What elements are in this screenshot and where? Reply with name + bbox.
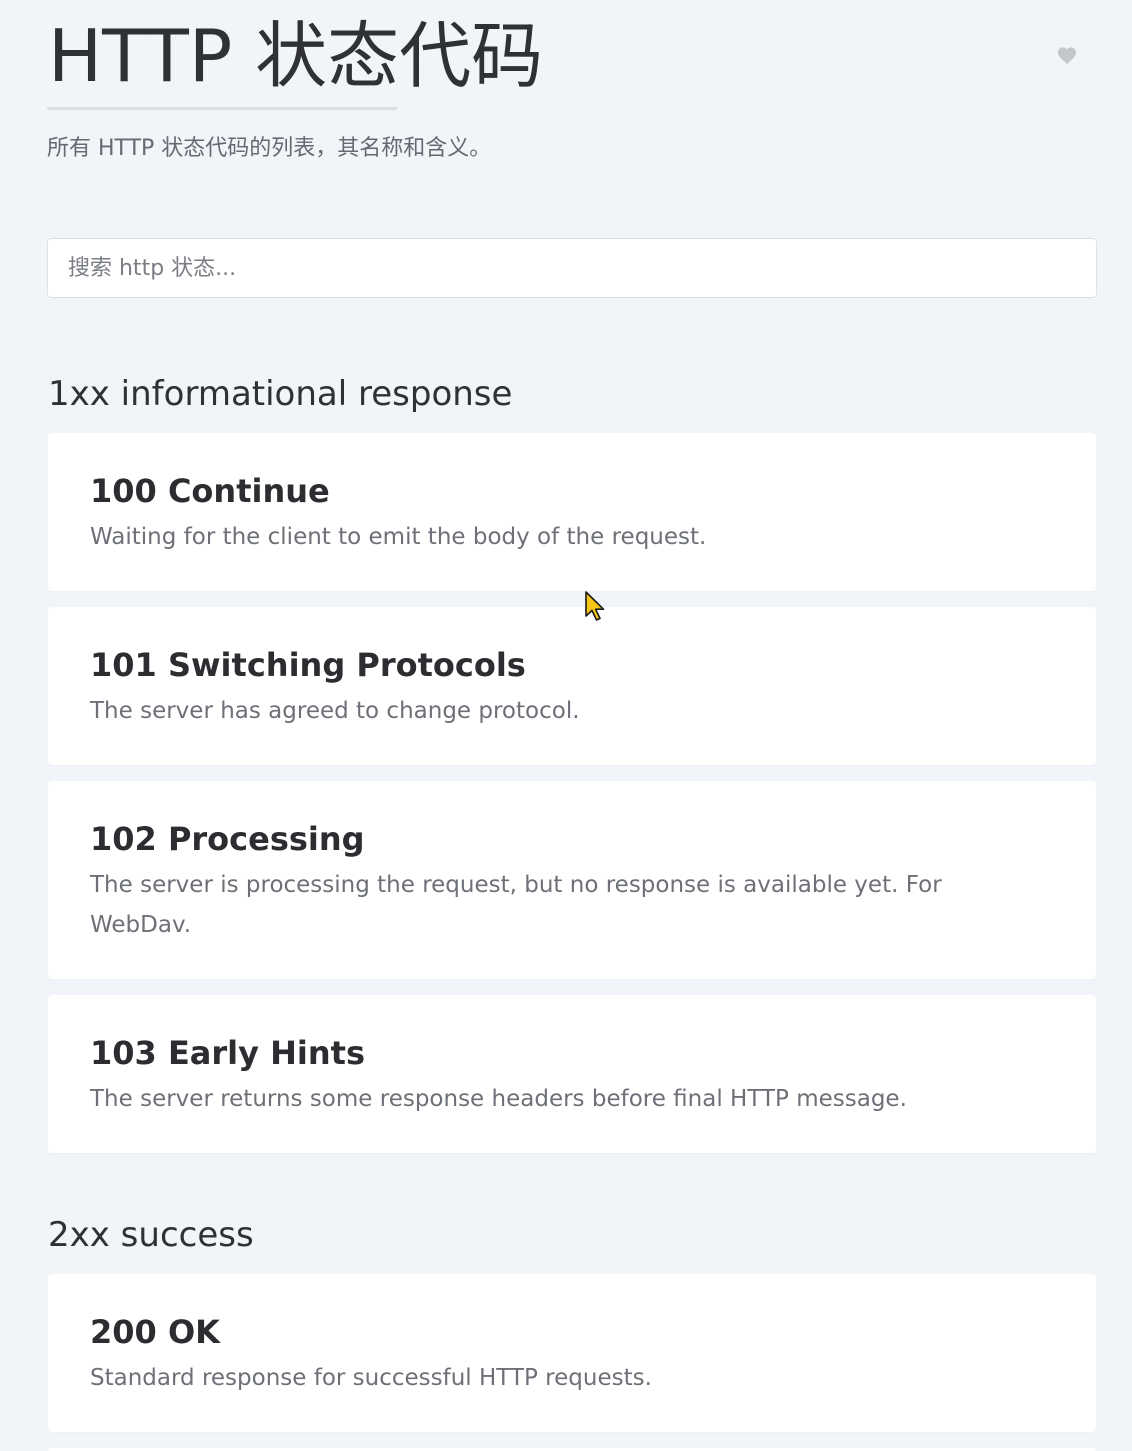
status-description: The server is processing the request, bu… [90, 872, 942, 938]
status-card-100[interactable]: 100 Continue Waiting for the client to e… [48, 433, 1096, 591]
header: HTTP 状态代码 [48, 12, 543, 100]
search-input[interactable] [47, 238, 1097, 298]
heart-icon [1057, 47, 1077, 65]
status-title: 103 Early Hints [90, 1034, 366, 1072]
mouse-cursor-icon [585, 591, 605, 621]
status-description: Waiting for the client to emit the body … [90, 524, 707, 550]
status-title: 102 Processing [90, 820, 365, 858]
status-description: The server has agreed to change protocol… [90, 698, 580, 724]
status-card-103[interactable]: 103 Early Hints The server returns some … [48, 995, 1096, 1153]
status-card-101[interactable]: 101 Switching Protocols The server has a… [48, 607, 1096, 765]
status-title: 100 Continue [90, 472, 330, 510]
status-title: 200 OK [90, 1313, 220, 1351]
section-heading-2xx: 2xx success [48, 1215, 254, 1255]
favorite-button[interactable] [1052, 40, 1082, 70]
status-card-200[interactable]: 200 OK Standard response for successful … [48, 1274, 1096, 1432]
title-underline [47, 107, 397, 110]
page-title: HTTP 状态代码 [48, 14, 544, 98]
status-title: 101 Switching Protocols [90, 646, 526, 684]
status-description: The server returns some response headers… [90, 1086, 907, 1112]
section-heading-1xx: 1xx informational response [48, 374, 513, 414]
http-status-codes-page: HTTP 状态代码 所有 HTTP 状态代码的列表，其名称和含义。 1xx in… [0, 0, 1132, 1451]
status-card-102[interactable]: 102 Processing The server is processing … [48, 781, 1096, 979]
page-subtitle: 所有 HTTP 状态代码的列表，其名称和含义。 [47, 136, 492, 161]
status-description: Standard response for successful HTTP re… [90, 1365, 652, 1391]
